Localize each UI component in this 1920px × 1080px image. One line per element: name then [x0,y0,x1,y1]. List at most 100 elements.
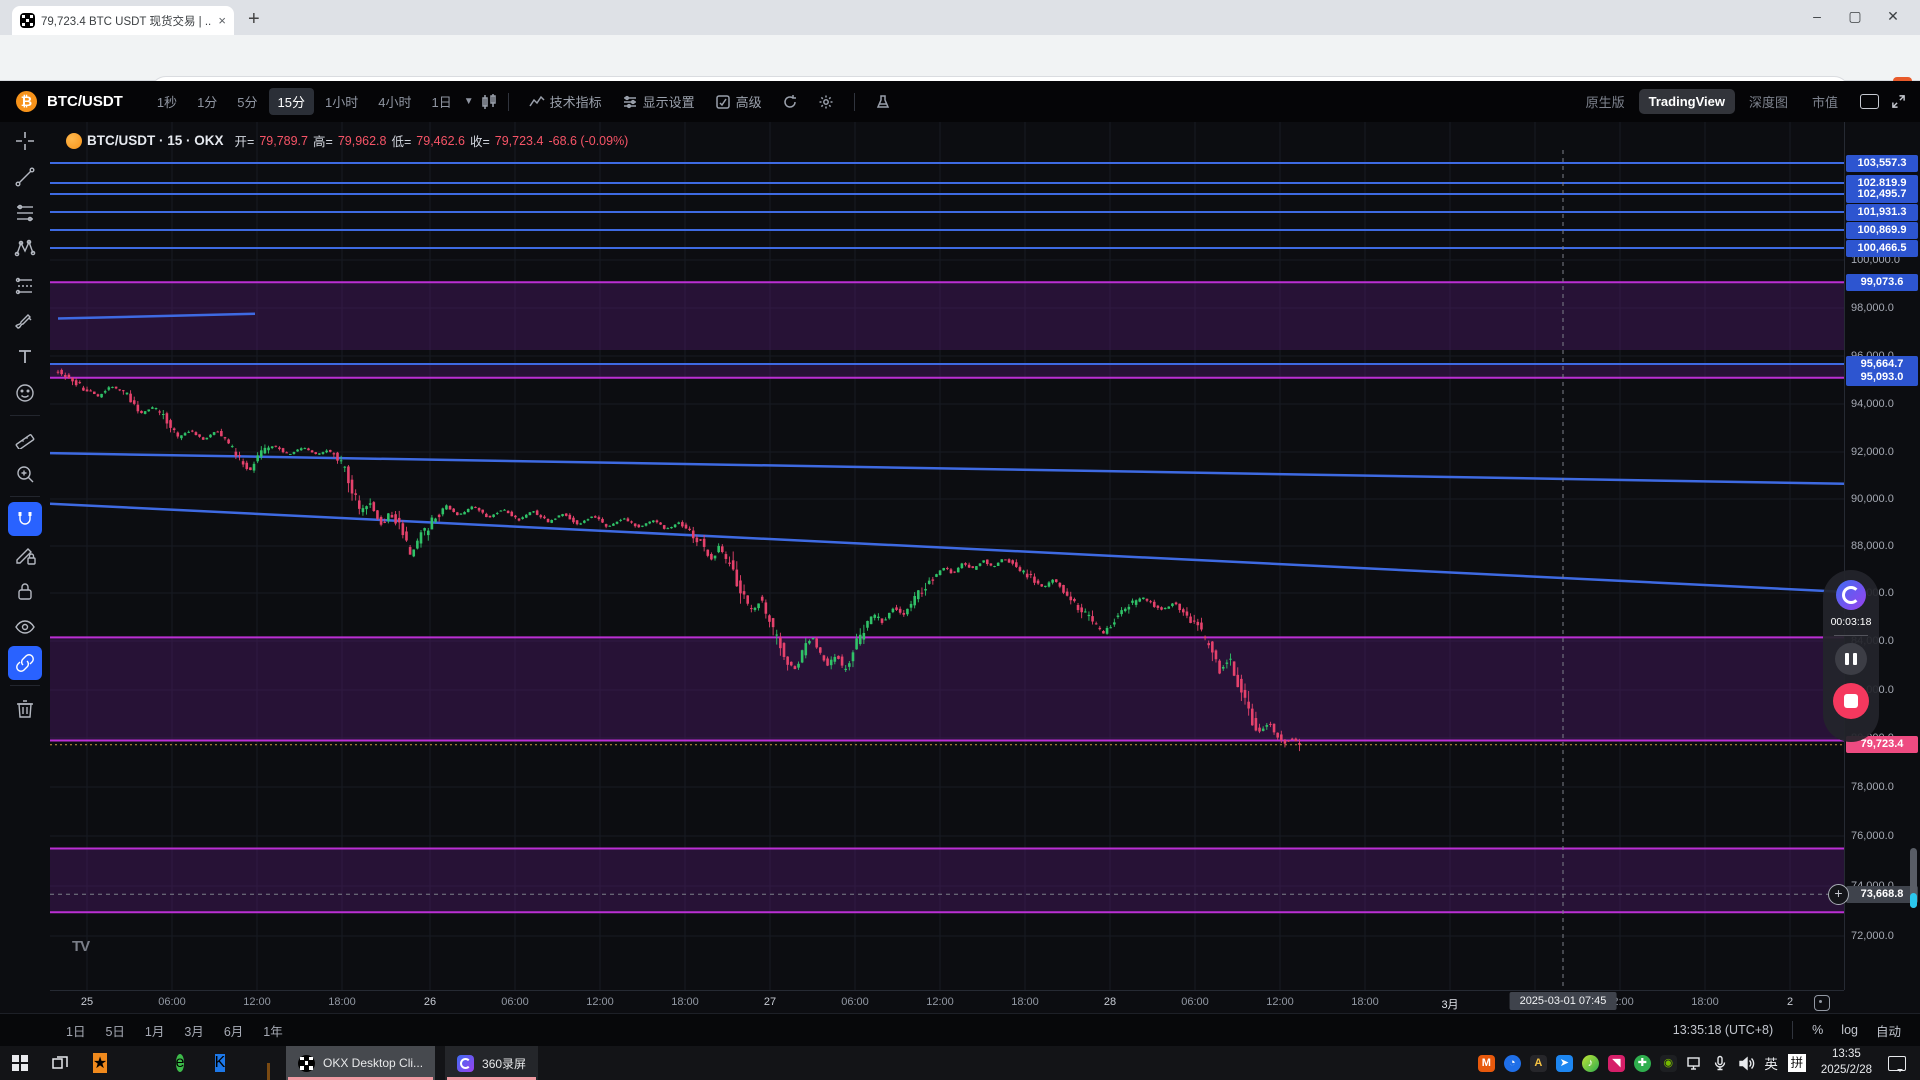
draw-lock-icon[interactable] [8,538,42,572]
price-level-badge: 99,073.6 [1846,274,1918,291]
okx-favicon [20,13,35,28]
range-1日[interactable]: 1日 [56,1021,95,1040]
recorder-app-icon [1836,580,1866,610]
trend-line-icon[interactable] [8,160,42,194]
crosshair-price-badge: 73,668.8 [1846,886,1918,903]
panel-toggle-icon[interactable] [1860,94,1879,109]
indicators-menu[interactable]: 技术指标 [519,92,612,111]
ruler-icon[interactable] [8,421,42,455]
range-1年[interactable]: 1年 [253,1021,292,1040]
display-settings-menu[interactable]: 显示设置 [612,92,705,111]
hide-drawings-icon[interactable] [8,610,42,644]
edge-browser-icon[interactable] [120,1046,160,1080]
forecast-icon[interactable] [8,268,42,302]
timeframe-chevron-down-icon[interactable]: ▼ [464,96,474,107]
timeframe-1秒[interactable]: 1秒 [148,88,186,115]
fullscreen-icon[interactable] [1891,94,1906,109]
taskbar-okx-window[interactable]: OKX Desktop Cli... [286,1046,435,1080]
fib-retracement-icon[interactable] [8,196,42,230]
new-tab-button[interactable]: + [248,8,260,31]
xabcd-pattern-icon[interactable] [8,232,42,266]
360-browser-icon[interactable]: e [160,1046,200,1080]
text-icon[interactable] [8,340,42,374]
zoom-in-icon[interactable] [8,457,42,491]
lock-all-icon[interactable] [8,574,42,608]
tab-market-cap[interactable]: 市值 [1802,87,1848,116]
favorites-app-icon[interactable]: ★ [80,1046,120,1080]
timeframe-1日[interactable]: 1日 [422,88,460,115]
timeframe-1小时[interactable]: 1小时 [316,88,367,115]
delete-drawings-icon[interactable] [8,691,42,725]
time-tick: 25 [81,996,93,1008]
magnet-icon[interactable] [8,502,42,536]
range-6月[interactable]: 6月 [214,1021,253,1040]
percent-scale-button[interactable]: % [1803,1023,1832,1037]
tray-nvidia-icon[interactable]: ◉ [1655,1046,1681,1080]
legend-title[interactable]: BTC/USDT · 15 · OKX [87,133,224,148]
tradingview-logo[interactable]: TV [72,938,89,955]
k-app-icon[interactable]: K [200,1046,240,1080]
ime-language-indicator[interactable]: 英 [1759,1053,1783,1073]
chart-bottom-toolbar: 1日5日1月3月6月1年 13:35:18 (UTC+8) % log 自动 [0,1013,1920,1046]
network-icon[interactable] [1681,1046,1707,1080]
price-axis[interactable]: 100,000.098,000.096,000.094,000.092,000.… [1844,122,1920,990]
symbol-label[interactable]: BTC/USDT [47,93,123,110]
taskbar-recorder-window[interactable]: 360录屏 [445,1046,538,1080]
replay-button[interactable] [772,94,808,110]
tray-quark-icon[interactable]: ◔ [1499,1046,1525,1080]
tray-app-dark-icon[interactable]: A [1525,1046,1551,1080]
stop-recording-button[interactable] [1833,683,1869,719]
timeframe-1分[interactable]: 1分 [188,88,226,115]
candlestick-chart[interactable] [50,122,1844,990]
clock-date[interactable]: 13:35 2025/2/28 [1811,1047,1882,1078]
pause-recording-button[interactable] [1835,643,1867,675]
scrollbar-thumb[interactable] [1910,848,1917,908]
archive-app-icon[interactable] [240,1046,280,1080]
replay-icon [782,94,798,110]
chart-settings-button[interactable] [808,94,844,110]
time-tick: 12:00 [926,996,954,1008]
crosshair-icon[interactable] [8,124,42,158]
price-tick: 88,000.0 [1851,540,1894,552]
object-tree-button[interactable] [865,94,901,110]
microphone-icon[interactable] [1707,1046,1733,1080]
tray-app-pink-icon[interactable]: ◥ [1603,1046,1629,1080]
tab-depth-chart[interactable]: 深度图 [1739,87,1798,116]
start-button[interactable] [0,1046,40,1080]
candle-style-icon[interactable] [480,93,498,111]
ime-mode-indicator[interactable]: 拼 [1788,1054,1806,1072]
brush-icon[interactable] [8,304,42,338]
tab-native-version[interactable]: 原生版 [1576,87,1635,116]
time-tick: 2 [1787,996,1793,1008]
clock-label[interactable]: 13:35:18 (UTC+8) [1664,1023,1782,1037]
price-tick: 72,000.0 [1851,930,1894,942]
timeframe-5分[interactable]: 5分 [228,88,266,115]
notification-center-icon[interactable] [1888,1056,1906,1071]
tray-app-orange-icon[interactable]: M [1473,1046,1499,1080]
range-3月[interactable]: 3月 [174,1021,213,1040]
range-1月[interactable]: 1月 [135,1021,174,1040]
timeframe-4小时[interactable]: 4小时 [369,88,420,115]
speaker-icon[interactable] [1733,1046,1759,1080]
tray-360-safe-icon[interactable]: ✚ [1629,1046,1655,1080]
sync-drawings-icon[interactable] [8,646,42,680]
tab-tradingview[interactable]: TradingView [1639,89,1735,114]
window-minimize-button[interactable]: – [1802,8,1832,24]
auto-scale-button[interactable]: 自动 [1867,1021,1910,1040]
timeframe-15分[interactable]: 15分 [269,88,314,115]
emoji-icon[interactable] [8,376,42,410]
time-tick: 06:00 [158,996,186,1008]
time-tick: 18:00 [1351,996,1379,1008]
tray-send-icon[interactable]: ➤ [1551,1046,1577,1080]
window-close-button[interactable]: ✕ [1878,8,1908,25]
log-scale-button[interactable]: log [1832,1023,1867,1037]
advanced-menu[interactable]: 高级 [705,92,772,111]
timezone-icon[interactable] [1814,995,1830,1011]
task-view-icon[interactable] [40,1046,80,1080]
tray-music-icon[interactable]: ♪ [1577,1046,1603,1080]
tab-close-icon[interactable]: × [218,13,226,28]
browser-tab[interactable]: 79,723.4 BTC USDT 现货交易 | ... × [12,6,234,35]
window-maximize-button[interactable]: ▢ [1840,8,1870,25]
add-order-plus-icon[interactable]: + [1828,884,1849,905]
range-5日[interactable]: 5日 [95,1021,134,1040]
